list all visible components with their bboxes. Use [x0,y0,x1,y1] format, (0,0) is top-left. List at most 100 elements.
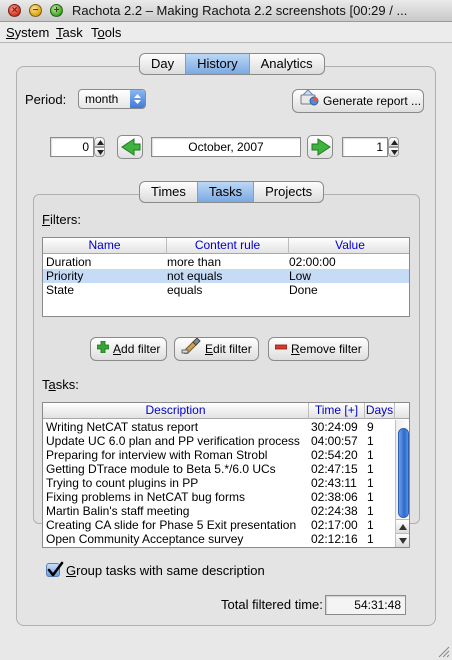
task-days: 9 [367,420,374,434]
remove-filter-button[interactable]: Remove filter [268,337,369,361]
generate-report-button[interactable]: Generate report ... [292,88,424,114]
task-description: Update UC 6.0 plan and PP verification p… [46,434,300,448]
tab-day[interactable]: Day [140,54,187,74]
period-select[interactable]: month [78,89,146,109]
task-description: Preparing for interview with Roman Strob… [46,448,268,462]
plus-icon [96,338,110,360]
task-row[interactable]: Update UC 6.0 plan and PP verification p… [43,434,395,448]
tab-tasks[interactable]: Tasks [197,182,255,202]
total-filtered-time-label: Total filtered time: [221,597,323,612]
filters-table-header: Name Content rule Value [43,238,409,254]
task-row[interactable]: Preparing for interview with Roman Strob… [43,448,395,462]
filters-table[interactable]: Name Content rule Value Duration more th… [42,237,410,317]
period-label: Period: [25,92,67,107]
add-filter-button[interactable]: Add filter [90,337,168,361]
task-days: 1 [367,434,374,448]
filter-row[interactable]: State equals Done [43,283,409,297]
task-days: 1 [367,532,374,546]
group-tasks-checkbox[interactable] [46,561,64,577]
menu-tools[interactable]: Tools [91,25,121,40]
task-days: 1 [367,448,374,462]
task-row[interactable]: Writing NetCAT status report 30:24:09 9 [43,420,395,434]
tab-analytics[interactable]: Analytics [250,54,324,74]
filter-value: Done [289,283,318,297]
previous-period-button[interactable] [117,135,143,159]
window-title: Rachota 2.2 – Making Rachota 2.2 screens… [72,3,408,18]
filter-rule: more than [167,255,222,269]
tasks-label: Tasks: [42,377,79,392]
next-period-button[interactable] [307,135,333,159]
period-offset-right-field[interactable]: 1 [342,137,388,157]
spin-down-icon[interactable] [388,147,399,157]
spin-up-icon[interactable] [94,137,105,147]
close-icon[interactable]: × [8,4,21,17]
add-filter-label: Add filter [113,342,161,356]
spin-up-icon[interactable] [388,137,399,147]
filters-label: Filters: [42,212,82,227]
menu-task[interactable]: Task [56,25,83,40]
tab-projects[interactable]: Projects [254,182,323,202]
task-description: Fixing problems in NetCAT bug forms [46,490,245,504]
task-days: 1 [367,490,374,504]
chevron-updown-icon [130,90,145,108]
filter-row-selected[interactable]: Priority not equals Low [43,269,409,283]
task-row[interactable]: Open Community Acceptance survey 02:12:16… [43,532,395,546]
task-row[interactable]: Martin Balin's staff meeting 02:24:38 1 [43,504,395,518]
filter-name: Priority [46,269,84,283]
generate-report-label: Generate report ... [323,94,422,108]
task-time: 30:24:09 [311,420,358,434]
task-row[interactable]: Fixing problems in NetCAT bug forms 02:38… [43,490,395,504]
task-description: Trying to count plugins in PP [46,476,199,490]
spin-down-icon[interactable] [94,147,105,157]
filter-row[interactable]: Duration more than 02:00:00 [43,255,409,269]
left-spinner[interactable] [94,137,105,157]
period-date-field[interactable]: October, 2007 [151,137,301,157]
column-header-description[interactable]: Description [43,403,309,419]
edit-filter-label: Edit filter [205,342,252,356]
menu-system[interactable]: System [6,25,49,40]
filter-name: State [46,283,75,297]
period-select-value: month [85,92,119,106]
task-days: 1 [367,462,374,476]
column-header-days[interactable]: Days [365,403,395,419]
tab-times[interactable]: Times [140,182,198,202]
scroll-down-icon[interactable] [396,533,409,547]
column-header-name[interactable]: Name [43,238,167,254]
column-header-time[interactable]: Time [+] [309,403,365,419]
task-row[interactable]: Creating CA slide for Phase 5 Exit prese… [43,518,395,532]
sub-tab-bar: Times Tasks Projects [139,181,325,203]
tab-history[interactable]: History [186,54,250,74]
task-row[interactable]: Getting DTrace module to Beta 5.*/6.0 UC… [43,462,395,476]
filter-rule: not equals [167,269,223,283]
report-icon [299,88,319,114]
column-header-content-rule[interactable]: Content rule [167,238,289,254]
filter-value: 02:00:00 [289,255,336,269]
edit-filter-button[interactable]: Edit filter [174,336,259,361]
title-bar: × − + Rachota 2.2 – Making Rachota 2.2 s… [0,0,452,22]
edit-icon [181,336,201,361]
task-time: 02:54:20 [311,448,358,462]
task-days: 1 [367,476,374,490]
scrollbar-thumb[interactable] [398,428,409,518]
minimize-icon[interactable]: − [29,4,42,17]
total-filtered-time-value: 54:31:48 [325,595,406,615]
task-time: 02:12:16 [311,532,358,546]
tasks-scrollbar[interactable] [395,420,409,547]
right-spinner[interactable] [388,137,399,157]
zoom-icon[interactable]: + [50,4,63,17]
task-description: Writing NetCAT status report [46,420,199,434]
tasks-table-header: Description Time [+] Days [43,403,409,419]
task-time: 02:47:15 [311,462,358,476]
scroll-up-icon[interactable] [396,519,409,533]
column-header-value[interactable]: Value [289,238,409,254]
resize-grip-icon[interactable] [436,644,450,658]
group-tasks-label[interactable]: Group tasks with same description [66,563,265,578]
filter-name: Duration [46,255,92,269]
tasks-table[interactable]: Description Time [+] Days Writing NetCAT… [42,402,410,548]
filter-rule: equals [167,283,203,297]
period-offset-left-field[interactable]: 0 [50,137,94,157]
task-row[interactable]: Trying to count plugins in PP 02:43:11 1 [43,476,395,490]
filter-value: Low [289,269,312,283]
task-time: 02:38:06 [311,490,358,504]
task-description: Creating CA slide for Phase 5 Exit prese… [46,518,297,532]
